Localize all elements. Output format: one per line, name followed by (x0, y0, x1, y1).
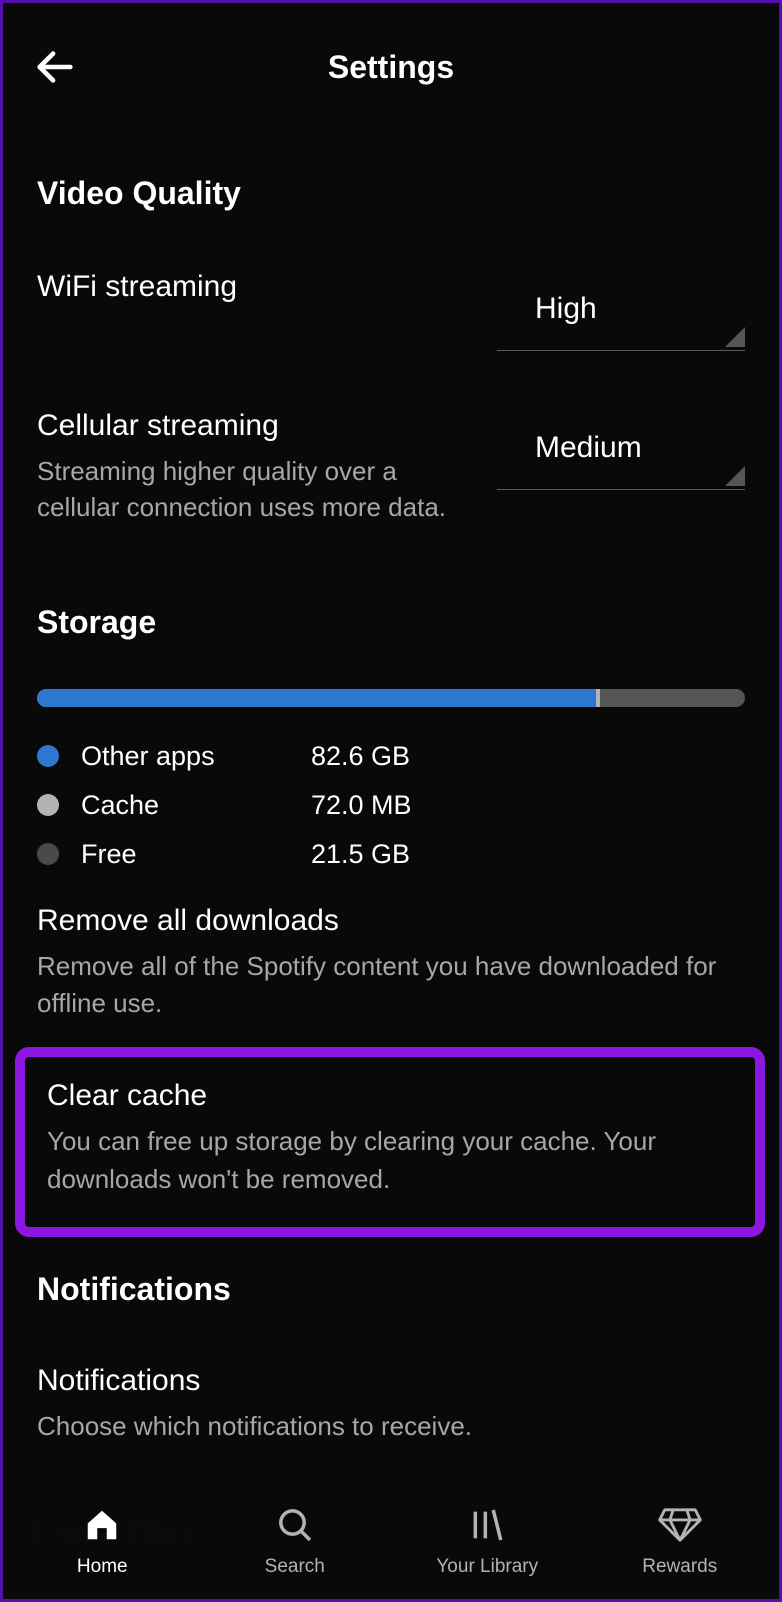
wifi-streaming-value: High (535, 292, 597, 325)
nav-search-label: Search (265, 1556, 325, 1578)
legend-other-label: Other apps (81, 741, 311, 772)
section-video-quality: Video Quality (37, 175, 745, 212)
storage-bar (37, 689, 745, 707)
diamond-icon (658, 1504, 702, 1546)
nav-home[interactable]: Home (6, 1504, 199, 1578)
nav-search[interactable]: Search (199, 1504, 392, 1578)
legend-other-value: 82.6 GB (311, 741, 410, 772)
notifications-desc: Choose which notifications to receive. (37, 1408, 745, 1446)
clear-cache-title: Clear cache (47, 1079, 735, 1113)
nav-rewards-label: Rewards (642, 1556, 717, 1578)
remove-downloads-desc: Remove all of the Spotify content you ha… (37, 948, 745, 1023)
nav-library-label: Your Library (436, 1556, 538, 1578)
library-icon (467, 1504, 507, 1546)
cellular-streaming-desc: Streaming higher quality over a cellular… (37, 453, 469, 526)
search-icon (275, 1504, 315, 1546)
storage-bar-cache (596, 689, 600, 707)
wifi-streaming-label: WiFi streaming (37, 270, 469, 304)
legend-free-label: Free (81, 839, 311, 870)
home-icon (83, 1504, 121, 1546)
legend-free: Free 21.5 GB (37, 839, 745, 870)
remove-downloads-title: Remove all downloads (37, 904, 745, 938)
wifi-streaming-row: WiFi streaming High (37, 270, 745, 351)
cellular-streaming-value: Medium (535, 431, 642, 464)
dot-icon (37, 794, 59, 816)
dot-icon (37, 745, 59, 767)
section-storage: Storage (37, 604, 745, 641)
notifications-button[interactable]: Notifications Choose which notifications… (37, 1364, 745, 1446)
nav-home-label: Home (77, 1556, 128, 1578)
section-notifications: Notifications (37, 1271, 745, 1308)
notifications-title: Notifications (37, 1364, 745, 1398)
clear-cache-button[interactable]: Clear cache You can free up storage by c… (47, 1079, 735, 1198)
wifi-streaming-select[interactable]: High (497, 292, 745, 351)
legend-cache-label: Cache (81, 790, 311, 821)
remove-downloads-button[interactable]: Remove all downloads Remove all of the S… (37, 904, 745, 1023)
clear-cache-desc: You can free up storage by clearing your… (47, 1123, 735, 1198)
nav-rewards[interactable]: Rewards (584, 1504, 777, 1578)
bottom-nav: Home Search Your Library Rewards (6, 1476, 776, 1596)
page-title: Settings (27, 49, 755, 86)
legend-other: Other apps 82.6 GB (37, 741, 745, 772)
clear-cache-highlight: Clear cache You can free up storage by c… (15, 1047, 765, 1236)
storage-bar-other (37, 689, 596, 707)
legend-cache: Cache 72.0 MB (37, 790, 745, 821)
dot-icon (37, 843, 59, 865)
legend-free-value: 21.5 GB (311, 839, 410, 870)
cellular-streaming-label: Cellular streaming (37, 409, 469, 443)
cellular-streaming-row: Cellular streaming Streaming higher qual… (37, 409, 745, 526)
storage-legend: Other apps 82.6 GB Cache 72.0 MB Free 21… (37, 741, 745, 870)
legend-cache-value: 72.0 MB (311, 790, 412, 821)
nav-library[interactable]: Your Library (391, 1504, 584, 1578)
cellular-streaming-select[interactable]: Medium (497, 431, 745, 490)
header: Settings (3, 3, 779, 113)
